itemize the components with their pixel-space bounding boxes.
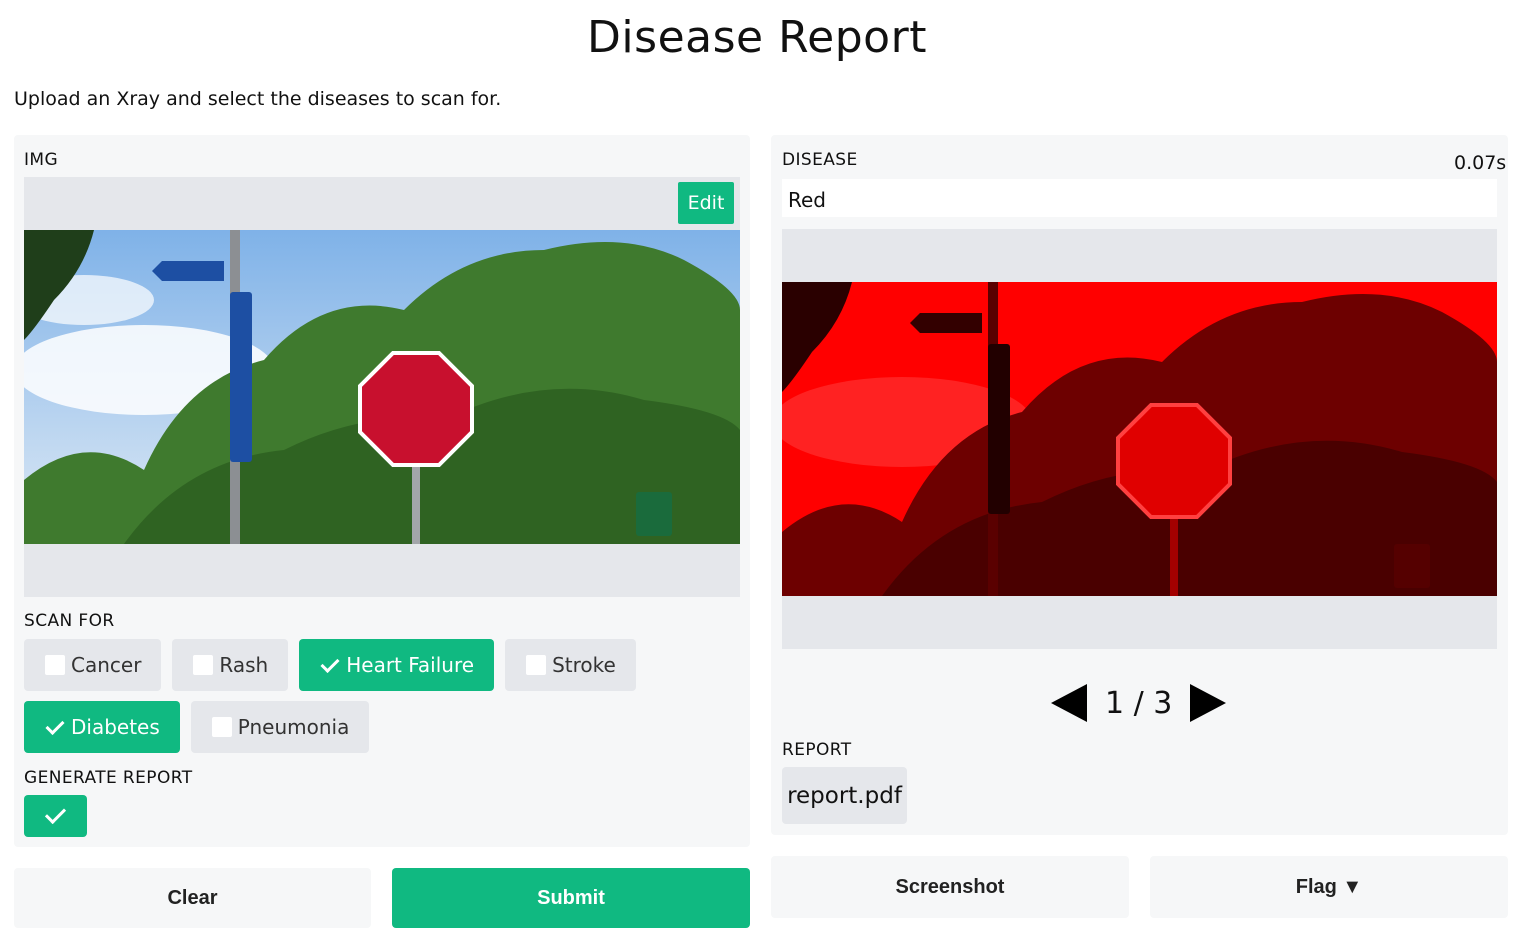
page-title: Disease Report <box>587 12 927 63</box>
report-file-link[interactable]: report.pdf <box>782 767 907 824</box>
disease-output: Red <box>782 179 1497 217</box>
check-icon <box>320 655 340 675</box>
generate-report-checkbox[interactable] <box>24 795 87 837</box>
scan-options-row-1: Cancer Rash Heart Failure Stroke <box>24 639 636 691</box>
generate-report-label: GENERATE REPORT <box>24 768 193 788</box>
checkbox-heart-failure[interactable]: Heart Failure <box>299 639 495 691</box>
checkbox-label: Heart Failure <box>346 653 475 677</box>
checkbox-diabetes[interactable]: Diabetes <box>24 701 180 753</box>
image-input-label: IMG <box>24 150 59 170</box>
submit-button[interactable]: Submit <box>392 868 750 928</box>
checkbox-label: Stroke <box>552 653 616 677</box>
disease-label: DISEASE <box>782 150 858 170</box>
uploaded-image <box>24 230 740 544</box>
screenshot-button[interactable]: Screenshot <box>771 856 1129 918</box>
scan-for-label: SCAN FOR <box>24 611 115 631</box>
checkbox-box <box>211 717 232 737</box>
checkbox-label: Diabetes <box>71 715 160 739</box>
gallery-pager: 1 / 3 <box>1051 684 1227 722</box>
checkbox-rash[interactable]: Rash <box>172 639 289 691</box>
checkbox-box <box>45 655 65 675</box>
elapsed-time: 0.07s <box>1454 152 1507 174</box>
checkbox-box <box>526 655 547 675</box>
check-icon <box>45 717 65 737</box>
checkbox-label: Cancer <box>71 653 142 677</box>
output-image[interactable] <box>782 282 1497 596</box>
report-label: REPORT <box>782 740 852 760</box>
clear-button[interactable]: Clear <box>14 868 371 928</box>
checkbox-label: Rash <box>219 653 269 677</box>
checkbox-label: Pneumonia <box>237 715 350 739</box>
gallery-frame <box>782 229 1497 649</box>
next-arrow-icon[interactable] <box>1190 684 1227 722</box>
checkbox-stroke[interactable]: Stroke <box>505 639 636 691</box>
scan-options-row-2: Diabetes Pneumonia <box>24 701 370 753</box>
checkbox-pneumonia[interactable]: Pneumonia <box>190 701 370 753</box>
checkbox-cancer[interactable]: Cancer <box>24 639 162 691</box>
checkbox-box <box>193 655 214 675</box>
page-description: Upload an Xray and select the diseases t… <box>14 88 502 110</box>
page-indicator: 1 / 3 <box>1105 685 1173 721</box>
flag-button[interactable]: Flag ▼ <box>1150 856 1508 918</box>
image-upload-area[interactable] <box>24 177 740 597</box>
prev-arrow-icon[interactable] <box>1051 684 1087 722</box>
edit-button[interactable]: Edit <box>678 182 734 224</box>
